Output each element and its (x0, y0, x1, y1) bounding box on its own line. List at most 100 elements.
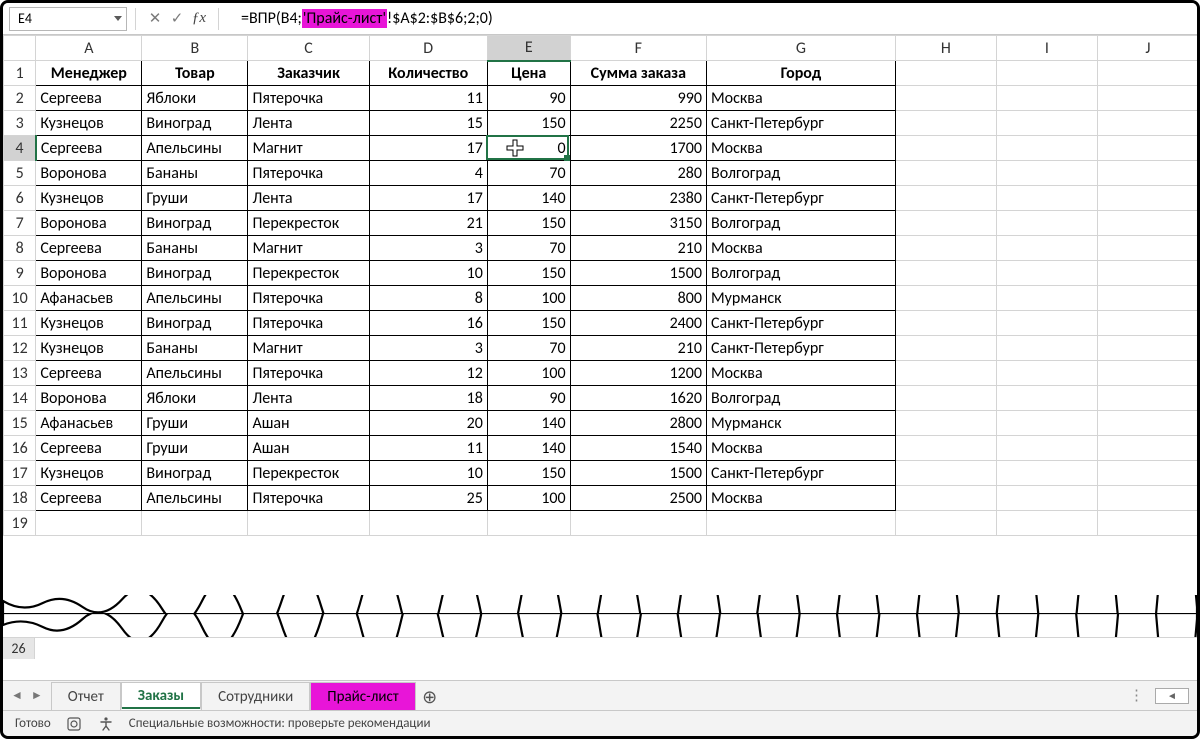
cell[interactable]: Москва (707, 136, 896, 161)
cell[interactable]: 16 (369, 311, 487, 336)
cell[interactable]: 2800 (570, 411, 706, 436)
cell[interactable]: Воронова (36, 161, 142, 186)
cell[interactable]: 11 (369, 436, 487, 461)
cell[interactable]: Волгоград (707, 386, 896, 411)
cell[interactable] (895, 286, 996, 311)
cell[interactable] (996, 386, 1097, 411)
cell[interactable]: Мурманск (707, 286, 896, 311)
cell[interactable]: Пятерочка (248, 311, 369, 336)
cell[interactable]: Груши (142, 186, 248, 211)
cell[interactable]: 1540 (570, 436, 706, 461)
row-header[interactable]: 17 (4, 461, 36, 486)
cell[interactable]: 140 (487, 436, 570, 461)
row-header[interactable]: 26 (3, 638, 35, 659)
cell[interactable]: Воронова (36, 386, 142, 411)
cell[interactable] (895, 361, 996, 386)
cell[interactable]: Лента (248, 386, 369, 411)
cell[interactable]: 10 (369, 261, 487, 286)
cell[interactable]: Яблоки (142, 86, 248, 111)
cell[interactable]: Кузнецов (36, 311, 142, 336)
row-header[interactable]: 5 (4, 161, 36, 186)
cell[interactable]: 2500 (570, 486, 706, 511)
cell[interactable]: Сергеева (36, 361, 142, 386)
cell[interactable] (1097, 211, 1197, 236)
cell[interactable] (1097, 461, 1197, 486)
cell[interactable]: Пятерочка (248, 361, 369, 386)
cell[interactable]: 150 (487, 311, 570, 336)
cell[interactable]: Пятерочка (248, 161, 369, 186)
cell[interactable] (895, 61, 996, 86)
cell[interactable] (996, 136, 1097, 161)
cell[interactable] (895, 186, 996, 211)
column-header[interactable]: B (142, 36, 248, 61)
cell[interactable] (996, 161, 1097, 186)
accept-formula-button[interactable]: ✓ (166, 8, 188, 30)
cell[interactable] (1097, 486, 1197, 511)
cell[interactable]: 100 (487, 486, 570, 511)
column-header[interactable]: I (996, 36, 1097, 61)
cell[interactable] (895, 336, 996, 361)
cell[interactable]: Магнит (248, 236, 369, 261)
cell[interactable] (996, 61, 1097, 86)
cell[interactable]: 100 (487, 361, 570, 386)
cell[interactable]: Бананы (142, 336, 248, 361)
cell[interactable] (1097, 336, 1197, 361)
cell[interactable]: Лента (248, 111, 369, 136)
cell[interactable]: 1620 (570, 386, 706, 411)
cell[interactable]: Магнит (248, 136, 369, 161)
column-header[interactable]: D (369, 36, 487, 61)
row-header[interactable]: 6 (4, 186, 36, 211)
cell[interactable]: 21 (369, 211, 487, 236)
cell[interactable] (996, 261, 1097, 286)
cell[interactable]: Мурманск (707, 411, 896, 436)
cell[interactable] (996, 461, 1097, 486)
column-header[interactable]: H (895, 36, 996, 61)
cell[interactable]: Москва (707, 361, 896, 386)
cell[interactable]: Виноград (142, 211, 248, 236)
cell[interactable] (36, 511, 142, 536)
cell[interactable]: Москва (707, 486, 896, 511)
row-header[interactable]: 13 (4, 361, 36, 386)
cell[interactable]: 1200 (570, 361, 706, 386)
cell[interactable]: 280 (570, 161, 706, 186)
row-header[interactable]: 8 (4, 236, 36, 261)
cell[interactable]: Москва (707, 236, 896, 261)
cell[interactable]: Лента (248, 186, 369, 211)
cell[interactable]: 70 (487, 336, 570, 361)
sheet-tab[interactable]: Сотрудники (201, 682, 310, 710)
cell[interactable]: Сергеева (36, 236, 142, 261)
cell[interactable]: 210 (570, 336, 706, 361)
table-header-cell[interactable]: Заказчик (248, 61, 369, 86)
cell[interactable] (1097, 186, 1197, 211)
row-header[interactable]: 19 (4, 511, 36, 536)
cell[interactable]: 140 (487, 411, 570, 436)
cell[interactable] (1097, 161, 1197, 186)
table-header-cell[interactable]: Количество (369, 61, 487, 86)
column-header[interactable]: F (570, 36, 706, 61)
cell[interactable]: 11 (369, 86, 487, 111)
column-header[interactable]: E (487, 36, 570, 61)
cell[interactable]: 70 (487, 236, 570, 261)
cell[interactable]: Воронова (36, 211, 142, 236)
cell[interactable]: Бананы (142, 161, 248, 186)
cell[interactable] (1097, 286, 1197, 311)
cell[interactable] (1097, 511, 1197, 536)
cell[interactable]: Санкт-Петербург (707, 336, 896, 361)
sheet-tab[interactable]: Прайс-лист (310, 682, 415, 710)
cell[interactable] (895, 486, 996, 511)
cell[interactable]: 990 (570, 86, 706, 111)
cell[interactable] (1097, 311, 1197, 336)
row-header[interactable]: 18 (4, 486, 36, 511)
cell[interactable]: 1500 (570, 461, 706, 486)
cell[interactable]: 15 (369, 111, 487, 136)
cell[interactable]: 90 (487, 386, 570, 411)
cell[interactable] (996, 186, 1097, 211)
select-all-corner[interactable] (4, 36, 36, 61)
row-header[interactable]: 10 (4, 286, 36, 311)
cell[interactable] (1097, 386, 1197, 411)
cell[interactable]: 1700 (570, 136, 706, 161)
cancel-formula-button[interactable]: ✕ (144, 8, 166, 30)
cell[interactable]: Апельсины (142, 361, 248, 386)
cell[interactable]: 17 (369, 136, 487, 161)
row-header[interactable]: 15 (4, 411, 36, 436)
